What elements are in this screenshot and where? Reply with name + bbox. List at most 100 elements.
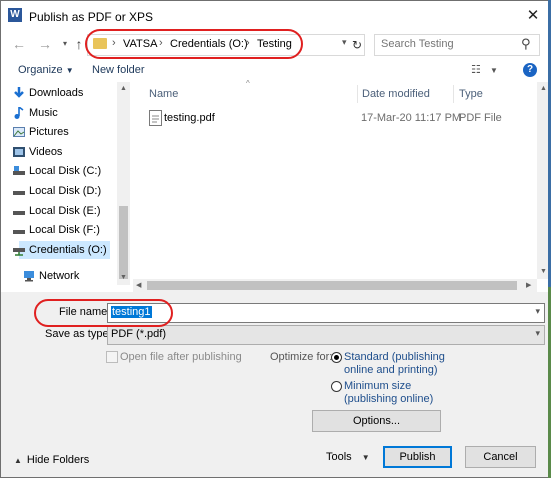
- options-button[interactable]: Options...: [312, 410, 441, 432]
- file-list: ^ Name Date modified Type testing.pdf 17…: [133, 79, 537, 279]
- column-header-name[interactable]: Name: [149, 88, 178, 100]
- column-header-date[interactable]: Date modified: [362, 88, 430, 100]
- navigation-pane: Downloads Music Pictures Videos Local Di…: [1, 82, 117, 285]
- hide-folders-button[interactable]: ▲ Hide Folders: [14, 454, 89, 466]
- sidebar-item-label: Local Disk (F:): [29, 224, 100, 236]
- sidebar-item-label: Network: [39, 270, 80, 282]
- tools-menu-button[interactable]: Tools ▼: [326, 451, 370, 463]
- chevron-up-icon: ▲: [14, 456, 22, 465]
- pictures-icon: [13, 126, 25, 138]
- column-header-type[interactable]: Type: [459, 88, 483, 100]
- chevron-down-icon[interactable]: ▾: [535, 306, 540, 317]
- file-type-cell: PDF File: [459, 112, 502, 124]
- column-divider[interactable]: [357, 85, 358, 103]
- window-title: Publish as PDF or XPS: [29, 10, 154, 24]
- address-bar[interactable]: › VATSA › Credentials (O:) › Testing ▾ ↻: [87, 34, 365, 56]
- sidebar-item-label: Local Disk (D:): [29, 185, 102, 197]
- breadcrumb-item-credentials[interactable]: Credentials (O:): [170, 38, 248, 50]
- publish-button[interactable]: Publish: [383, 446, 452, 468]
- scroll-left-icon[interactable]: ◀: [136, 281, 141, 289]
- network-drive-icon: [13, 244, 25, 256]
- chevron-down-icon: ▼: [361, 453, 370, 462]
- sidebar-item-label: Music: [29, 107, 58, 119]
- videos-icon: [13, 146, 25, 158]
- file-date-cell: 17-Mar-20 11:17 PM: [361, 112, 462, 124]
- file-list-horizontal-scrollbar[interactable]: ◀ ▶: [133, 279, 537, 292]
- save-options-panel: File name: testing1 ▾ Save as type: PDF …: [1, 292, 550, 477]
- download-arrow-icon: [13, 87, 25, 99]
- chevron-down-icon: ▼: [65, 66, 74, 75]
- scrollbar-thumb[interactable]: [147, 281, 517, 290]
- search-input[interactable]: [381, 38, 511, 50]
- sidebar-item-local-disk-d[interactable]: Local Disk (D:): [13, 182, 102, 200]
- sidebar-item-local-disk-c[interactable]: Local Disk (C:): [13, 162, 102, 180]
- chevron-down-icon: ▼: [489, 66, 498, 75]
- scroll-right-icon[interactable]: ▶: [526, 281, 531, 289]
- sidebar-item-local-disk-f[interactable]: Local Disk (F:): [13, 221, 100, 239]
- drive-icon: [13, 165, 25, 177]
- scroll-up-icon[interactable]: ▲: [120, 85, 127, 92]
- search-icon[interactable]: ⚲: [521, 36, 531, 52]
- sidebar-item-label: Videos: [29, 146, 63, 158]
- optimize-minimum-label[interactable]: Minimum size (publishing online): [344, 380, 433, 406]
- search-box[interactable]: ⚲: [374, 34, 540, 56]
- sidebar-item-label: Pictures: [29, 126, 69, 138]
- sidebar-item-videos[interactable]: Videos: [13, 143, 63, 161]
- address-dropdown-icon[interactable]: ▾: [342, 37, 347, 48]
- sidebar-item-network[interactable]: Network: [24, 267, 80, 285]
- drive-icon: [13, 224, 25, 236]
- help-icon[interactable]: ?: [523, 63, 537, 77]
- sidebar-item-credentials[interactable]: Credentials (O:): [13, 241, 110, 259]
- cancel-button[interactable]: Cancel: [465, 446, 536, 468]
- change-view-button[interactable]: ☷ ▼: [471, 63, 498, 76]
- breadcrumb-item-testing[interactable]: Testing: [257, 38, 292, 50]
- scroll-down-icon[interactable]: ▼: [540, 268, 547, 275]
- up-arrow-icon[interactable]: ↑: [71, 36, 87, 52]
- optimize-minimum-line1: Minimum size: [344, 380, 412, 392]
- sidebar-item-local-disk-e[interactable]: Local Disk (E:): [13, 202, 101, 220]
- save-as-type-label: Save as type:: [45, 328, 112, 340]
- chevron-down-icon[interactable]: ▾: [535, 328, 540, 339]
- sidebar-item-pictures[interactable]: Pictures: [13, 123, 69, 141]
- scrollbar-thumb[interactable]: [119, 206, 128, 279]
- file-name-value[interactable]: testing1: [111, 306, 152, 318]
- optimize-minimum-radio[interactable]: [331, 381, 342, 392]
- optimize-standard-line2: online and printing): [344, 364, 438, 376]
- network-icon: [23, 270, 35, 282]
- folder-icon: [93, 38, 107, 49]
- navigation-pane-scrollbar[interactable]: ▲ ▼: [117, 82, 130, 285]
- forward-arrow-icon[interactable]: →: [37, 36, 53, 52]
- open-after-publishing-checkbox[interactable]: [106, 351, 118, 363]
- title-bar: W Publish as PDF or XPS ✕: [1, 1, 550, 32]
- file-name-field[interactable]: testing1 ▾: [107, 303, 545, 323]
- new-folder-button[interactable]: New folder: [92, 64, 145, 76]
- word-app-icon: W: [8, 8, 22, 22]
- sidebar-item-music[interactable]: Music: [14, 104, 58, 122]
- sidebar-item-label: Local Disk (E:): [29, 205, 101, 217]
- sort-ascending-icon: ^: [246, 79, 250, 88]
- back-arrow-icon[interactable]: ←: [11, 36, 27, 52]
- organize-button[interactable]: Organize ▼: [18, 64, 74, 76]
- breadcrumb-item-vatsa[interactable]: VATSA: [123, 38, 157, 50]
- optimize-standard-radio[interactable]: [331, 352, 342, 363]
- file-name-cell[interactable]: testing.pdf: [164, 112, 215, 124]
- close-icon[interactable]: ✕: [518, 3, 548, 29]
- sidebar-item-label: Local Disk (C:): [29, 165, 102, 177]
- open-after-publishing-label: Open file after publishing: [120, 351, 242, 363]
- music-note-icon: [13, 105, 25, 119]
- column-divider[interactable]: [453, 85, 454, 103]
- save-as-type-value: PDF (*.pdf): [111, 328, 167, 340]
- hide-folders-label: Hide Folders: [26, 454, 90, 466]
- optimize-standard-label[interactable]: Standard (publishing online and printing…: [344, 351, 445, 377]
- view-grid-icon: ☷: [471, 64, 481, 76]
- publish-dialog: W Publish as PDF or XPS ✕ ← → ▾ ↑ › VATS…: [0, 0, 551, 478]
- sidebar-item-downloads[interactable]: Downloads: [14, 84, 83, 102]
- drive-icon: [13, 205, 25, 217]
- save-as-type-select[interactable]: PDF (*.pdf) ▾: [107, 325, 545, 345]
- scroll-up-icon[interactable]: ▲: [540, 85, 547, 92]
- navigation-row: ← → ▾ ↑ › VATSA › Credentials (O:) › Tes…: [1, 32, 550, 58]
- command-toolbar: Organize ▼ New folder ☷ ▼ ?: [1, 60, 550, 82]
- scroll-down-icon[interactable]: ▼: [120, 274, 127, 281]
- organize-label: Organize: [18, 64, 63, 76]
- refresh-icon[interactable]: ↻: [350, 38, 364, 52]
